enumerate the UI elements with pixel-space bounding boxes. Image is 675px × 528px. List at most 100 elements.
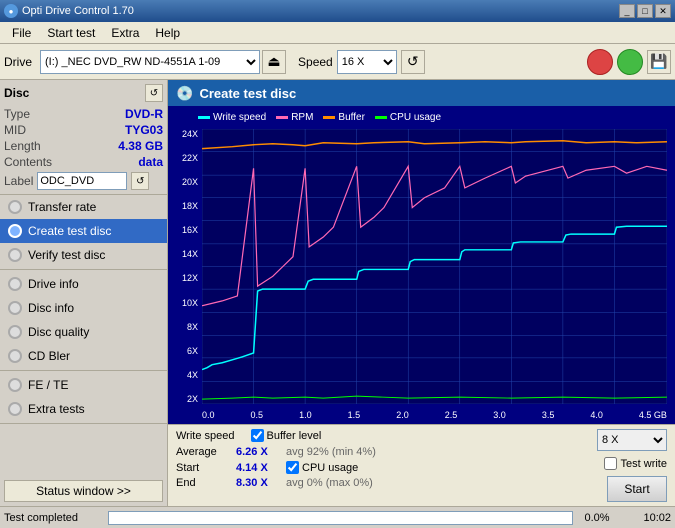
x-axis: 0.0 0.5 1.0 1.5 2.0 2.5 3.0 3.5 4.0 4.5 …	[202, 410, 667, 420]
nav-dot	[8, 277, 22, 291]
chart-container: Write speed RPM Buffer CPU usage	[168, 106, 675, 424]
speed-select[interactable]: 16 X	[337, 50, 397, 74]
y-label: 14X	[168, 249, 200, 259]
status-window-button[interactable]: Status window >>	[4, 480, 163, 502]
disc-refresh-button[interactable]: ↺	[145, 84, 163, 102]
start-button[interactable]: Start	[607, 476, 667, 502]
legend-rpm: RPM	[276, 112, 313, 123]
type-label: Type	[4, 107, 30, 121]
nav-transfer-rate[interactable]: Transfer rate	[0, 195, 167, 219]
menu-bar: File Start test Extra Help	[0, 22, 675, 44]
disc-label-label: Label	[4, 174, 33, 188]
bottom-stats: Write speed Buffer level Average 6.26 X …	[168, 424, 675, 506]
y-label: 4X	[168, 370, 200, 380]
sidebar: Disc ↺ Type DVD-R MID TYG03 Length 4.38 …	[0, 80, 168, 506]
refresh-button[interactable]: ↺	[401, 50, 425, 74]
type-value: DVD-R	[125, 107, 163, 121]
cpu-usage-label: CPU usage	[302, 462, 358, 474]
status-time: 10:02	[621, 512, 671, 524]
legend-label-write: Write speed	[213, 112, 266, 123]
nav-label: FE / TE	[28, 378, 68, 392]
menu-extra[interactable]: Extra	[103, 24, 147, 42]
x-label: 4.0	[590, 410, 603, 420]
y-label: 20X	[168, 177, 200, 187]
end-value: 8.30 X	[236, 477, 286, 489]
average-value: 6.26 X	[236, 446, 286, 458]
toolbar: Drive (I:) _NEC DVD_RW ND-4551A 1-09 ⏏ S…	[0, 44, 675, 80]
red-button[interactable]	[587, 49, 613, 75]
nav-verify-test-disc[interactable]: Verify test disc	[0, 243, 167, 267]
average-label: Average	[176, 446, 236, 458]
nav-label: Create test disc	[28, 224, 111, 238]
eject-button[interactable]: ⏏	[262, 50, 286, 74]
test-write-checkbox[interactable]	[604, 457, 617, 470]
y-label: 24X	[168, 129, 200, 139]
write-speed-select[interactable]: 8 X	[597, 429, 667, 451]
disc-label-input[interactable]	[37, 172, 127, 190]
menu-file[interactable]: File	[4, 24, 39, 42]
save-button[interactable]: 💾	[647, 50, 671, 74]
content-title: Create test disc	[199, 86, 296, 101]
drive-select[interactable]: (I:) _NEC DVD_RW ND-4551A 1-09	[40, 50, 260, 74]
maximize-button[interactable]: □	[637, 4, 653, 18]
nav-extra-tests[interactable]: Extra tests	[0, 397, 167, 421]
nav-create-test-disc[interactable]: Create test disc	[0, 219, 167, 243]
cpu-row: Start 4.14 X CPU usage	[176, 461, 551, 474]
disc-title: Disc	[4, 86, 29, 100]
legend-color-cpu	[375, 116, 387, 119]
nav-fe-te[interactable]: FE / TE	[0, 373, 167, 397]
end-extra: avg 0% (max 0%)	[286, 477, 373, 489]
nav-label: Drive info	[28, 277, 79, 291]
disc-label-refresh[interactable]: ↺	[131, 172, 149, 190]
nav-label: Disc quality	[28, 325, 89, 339]
legend-cpu: CPU usage	[375, 112, 441, 123]
x-label: 0.0	[202, 410, 215, 420]
nav-dot	[8, 349, 22, 363]
nav-cd-bler[interactable]: CD Bler	[0, 344, 167, 368]
y-label: 12X	[168, 273, 200, 283]
stats-right: 8 X Test write Start	[567, 429, 667, 502]
legend-buffer: Buffer	[323, 112, 365, 123]
y-label: 6X	[168, 346, 200, 356]
speed-label: Speed	[298, 55, 333, 69]
stats-left: Write speed Buffer level Average 6.26 X …	[176, 429, 551, 489]
nav-drive-info[interactable]: Drive info	[0, 272, 167, 296]
buffer-level-label: Buffer level	[267, 430, 322, 442]
nav-items: Transfer rate Create test disc Verify te…	[0, 195, 167, 476]
y-label: 2X	[168, 394, 200, 404]
nav-dot	[8, 224, 22, 238]
x-label: 1.5	[348, 410, 361, 420]
minimize-button[interactable]: _	[619, 4, 635, 18]
average-extra: avg 92% (min 4%)	[286, 446, 376, 458]
green-button[interactable]	[617, 49, 643, 75]
nav-dot	[8, 200, 22, 214]
buffer-level-checkbox[interactable]	[251, 429, 264, 442]
progress-percent: 0.0%	[577, 512, 617, 524]
write-speed-label: Write speed	[176, 430, 235, 442]
x-label: 3.5	[542, 410, 555, 420]
x-label: 1.0	[299, 410, 312, 420]
test-write-row: Test write	[604, 457, 667, 470]
end-row: End 8.30 X avg 0% (max 0%)	[176, 477, 551, 489]
close-button[interactable]: ✕	[655, 4, 671, 18]
content-icon: 💿	[176, 85, 193, 102]
y-axis: 2X 4X 6X 8X 10X 12X 14X 16X 18X 20X 22X …	[168, 129, 200, 404]
progress-bar	[108, 511, 573, 525]
legend-color-buffer	[323, 116, 335, 119]
nav-label: Disc info	[28, 301, 74, 315]
y-label: 18X	[168, 201, 200, 211]
nav-disc-info[interactable]: Disc info	[0, 296, 167, 320]
start-value: 4.14 X	[236, 462, 286, 474]
app-icon: ●	[4, 4, 18, 18]
content-area: 💿 Create test disc Write speed RPM Buffe…	[168, 80, 675, 506]
nav-disc-quality[interactable]: Disc quality	[0, 320, 167, 344]
nav-label: Transfer rate	[28, 200, 96, 214]
nav-dot	[8, 248, 22, 262]
menu-help[interactable]: Help	[147, 24, 188, 42]
y-label: 22X	[168, 153, 200, 163]
cpu-usage-checkbox[interactable]	[286, 461, 299, 474]
window-controls[interactable]: _ □ ✕	[619, 4, 671, 18]
write-speed-row: Write speed Buffer level	[176, 429, 551, 442]
chart-svg	[202, 129, 667, 404]
menu-start-test[interactable]: Start test	[39, 24, 103, 42]
